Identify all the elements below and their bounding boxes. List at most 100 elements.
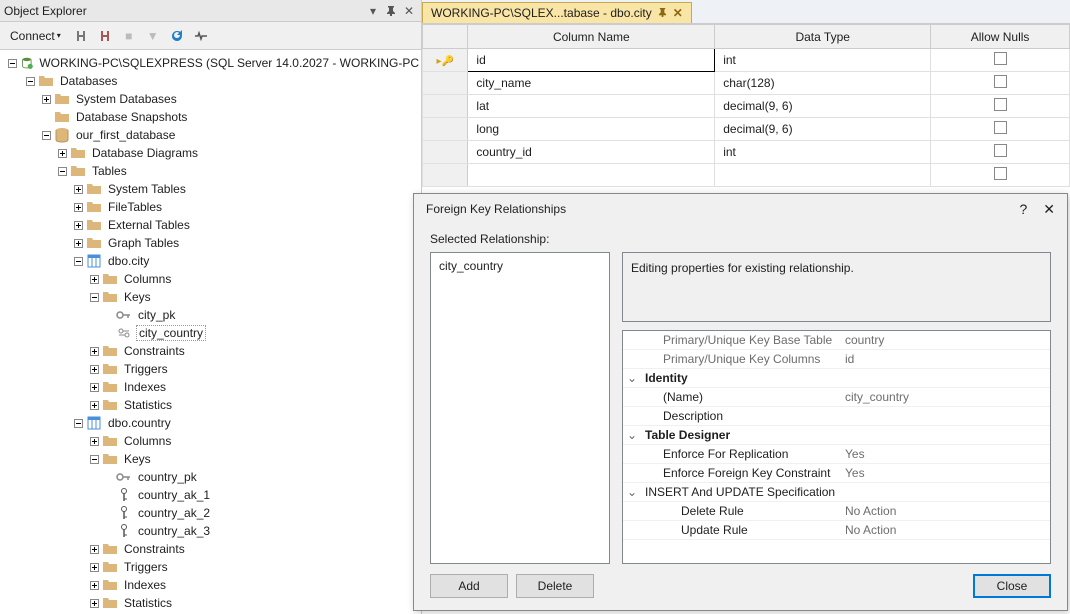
close-button[interactable]: Close bbox=[973, 574, 1051, 598]
tree-item[interactable]: Triggers bbox=[0, 558, 421, 576]
tree-key-ak[interactable]: country_ak_2 bbox=[0, 504, 421, 522]
column-header-nulls[interactable]: Allow Nulls bbox=[931, 25, 1070, 49]
expand-icon[interactable] bbox=[86, 577, 102, 593]
expand-icon[interactable] bbox=[86, 379, 102, 395]
table-row[interactable]: longdecimal(9, 6) bbox=[423, 118, 1070, 141]
tree-keys[interactable]: Keys bbox=[0, 288, 421, 306]
tree-key-pk[interactable]: city_pk bbox=[0, 306, 421, 324]
stop-icon[interactable]: ■ bbox=[121, 28, 137, 44]
expand-icon[interactable] bbox=[38, 91, 54, 107]
collapse-icon[interactable] bbox=[38, 127, 54, 143]
expand-icon[interactable] bbox=[86, 343, 102, 359]
tree-server[interactable]: WORKING-PC\SQLEXPRESS (SQL Server 14.0.2… bbox=[0, 54, 421, 72]
tree-key-fk[interactable]: city_country bbox=[0, 324, 421, 342]
tree-item[interactable]: Database Snapshots bbox=[0, 108, 421, 126]
expand-icon[interactable] bbox=[86, 541, 102, 557]
relationship-item[interactable]: city_country bbox=[435, 257, 605, 275]
pin-icon[interactable] bbox=[658, 6, 667, 20]
collapse-icon[interactable] bbox=[54, 163, 70, 179]
allow-nulls-checkbox[interactable] bbox=[994, 75, 1007, 88]
tree-key-ak[interactable]: country_ak_1 bbox=[0, 486, 421, 504]
folder-icon bbox=[102, 289, 118, 305]
add-button[interactable]: Add bbox=[430, 574, 508, 598]
collapse-icon[interactable] bbox=[70, 415, 86, 431]
collapse-icon[interactable] bbox=[86, 289, 102, 305]
tree-keys[interactable]: Keys bbox=[0, 450, 421, 468]
tree-item[interactable]: System Databases bbox=[0, 90, 421, 108]
expand-icon[interactable] bbox=[86, 559, 102, 575]
tree-tables[interactable]: Tables bbox=[0, 162, 421, 180]
help-icon[interactable]: ? bbox=[1019, 201, 1027, 218]
allow-nulls-checkbox[interactable] bbox=[994, 98, 1007, 111]
collapse-icon[interactable] bbox=[22, 73, 38, 89]
expand-icon[interactable] bbox=[86, 433, 102, 449]
expand-icon[interactable] bbox=[70, 235, 86, 251]
close-icon[interactable]: ✕ bbox=[673, 6, 683, 20]
expand-icon[interactable] bbox=[70, 181, 86, 197]
tree-database[interactable]: our_first_database bbox=[0, 126, 421, 144]
expand-icon[interactable] bbox=[70, 217, 86, 233]
close-icon[interactable]: ✕ bbox=[401, 3, 417, 19]
table-row[interactable]: city_namechar(128) bbox=[423, 72, 1070, 95]
tree-item[interactable]: Constraints bbox=[0, 540, 421, 558]
delete-button[interactable]: Delete bbox=[516, 574, 594, 598]
property-grid[interactable]: Primary/Unique Key Base Tablecountry Pri… bbox=[622, 330, 1051, 564]
tree[interactable]: WORKING-PC\SQLEXPRESS (SQL Server 14.0.2… bbox=[0, 50, 421, 614]
expand-icon[interactable] bbox=[86, 361, 102, 377]
table-row[interactable]: latdecimal(9, 6) bbox=[423, 95, 1070, 118]
relationship-list[interactable]: city_country bbox=[430, 252, 610, 564]
close-icon[interactable]: ✕ bbox=[1043, 201, 1055, 218]
allow-nulls-checkbox[interactable] bbox=[994, 144, 1007, 157]
tree-item[interactable]: System Tables bbox=[0, 180, 421, 198]
tree-databases[interactable]: Databases bbox=[0, 72, 421, 90]
collapse-icon[interactable]: ⌄ bbox=[623, 485, 641, 499]
tree-item[interactable]: External Tables bbox=[0, 216, 421, 234]
filter-icon[interactable]: ▼ bbox=[145, 28, 161, 44]
tree-key-ak[interactable]: country_ak_3 bbox=[0, 522, 421, 540]
tree-item[interactable]: FileTables bbox=[0, 198, 421, 216]
tree-item[interactable]: Columns bbox=[0, 432, 421, 450]
table-row[interactable]: country_idint bbox=[423, 141, 1070, 164]
expand-icon[interactable] bbox=[54, 145, 70, 161]
activity-icon[interactable] bbox=[193, 28, 209, 44]
tree-table-country[interactable]: dbo.country bbox=[0, 414, 421, 432]
folder-icon bbox=[86, 199, 102, 215]
tree-item[interactable]: Graph Tables bbox=[0, 234, 421, 252]
tree-item[interactable]: Indexes bbox=[0, 378, 421, 396]
tree-item[interactable]: Columns bbox=[0, 270, 421, 288]
tab-designer[interactable]: WORKING-PC\SQLEX...tabase - dbo.city ✕ bbox=[422, 2, 692, 23]
allow-nulls-checkbox[interactable] bbox=[994, 121, 1007, 134]
collapse-icon[interactable] bbox=[70, 253, 86, 269]
tree-table-city[interactable]: dbo.city bbox=[0, 252, 421, 270]
expand-icon[interactable] bbox=[86, 271, 102, 287]
tree-key-pk[interactable]: country_pk bbox=[0, 468, 421, 486]
expand-icon[interactable] bbox=[86, 397, 102, 413]
connect-button[interactable]: Connect ▾ bbox=[6, 27, 65, 45]
allow-nulls-checkbox[interactable] bbox=[994, 167, 1007, 180]
allow-nulls-checkbox[interactable] bbox=[994, 52, 1007, 65]
expand-icon[interactable] bbox=[70, 199, 86, 215]
collapse-icon[interactable]: ⌄ bbox=[623, 371, 641, 385]
dialog-title: Foreign Key Relationships bbox=[426, 202, 566, 216]
table-row[interactable]: ▸🔑idint bbox=[423, 49, 1070, 72]
tree-item[interactable]: Statistics bbox=[0, 396, 421, 414]
collapse-icon[interactable] bbox=[86, 451, 102, 467]
tree-item[interactable]: Triggers bbox=[0, 360, 421, 378]
dropdown-icon[interactable]: ▾ bbox=[365, 3, 381, 19]
connect-icon[interactable] bbox=[73, 28, 89, 44]
tree-item[interactable]: Indexes bbox=[0, 576, 421, 594]
folder-icon bbox=[102, 343, 118, 359]
pin-icon[interactable] bbox=[383, 3, 399, 19]
tree-item[interactable]: Constraints bbox=[0, 342, 421, 360]
table-row-empty[interactable] bbox=[423, 164, 1070, 187]
expand-icon[interactable] bbox=[86, 595, 102, 611]
table-designer-grid[interactable]: Column Name Data Type Allow Nulls ▸🔑idin… bbox=[422, 24, 1070, 194]
collapse-icon[interactable] bbox=[6, 55, 20, 71]
tree-item[interactable]: Database Diagrams bbox=[0, 144, 421, 162]
column-header-type[interactable]: Data Type bbox=[715, 25, 931, 49]
disconnect-icon[interactable] bbox=[97, 28, 113, 44]
tree-item[interactable]: Statistics bbox=[0, 594, 421, 612]
column-header-name[interactable]: Column Name bbox=[468, 25, 715, 49]
collapse-icon[interactable]: ⌄ bbox=[623, 428, 641, 442]
refresh-icon[interactable] bbox=[169, 28, 185, 44]
